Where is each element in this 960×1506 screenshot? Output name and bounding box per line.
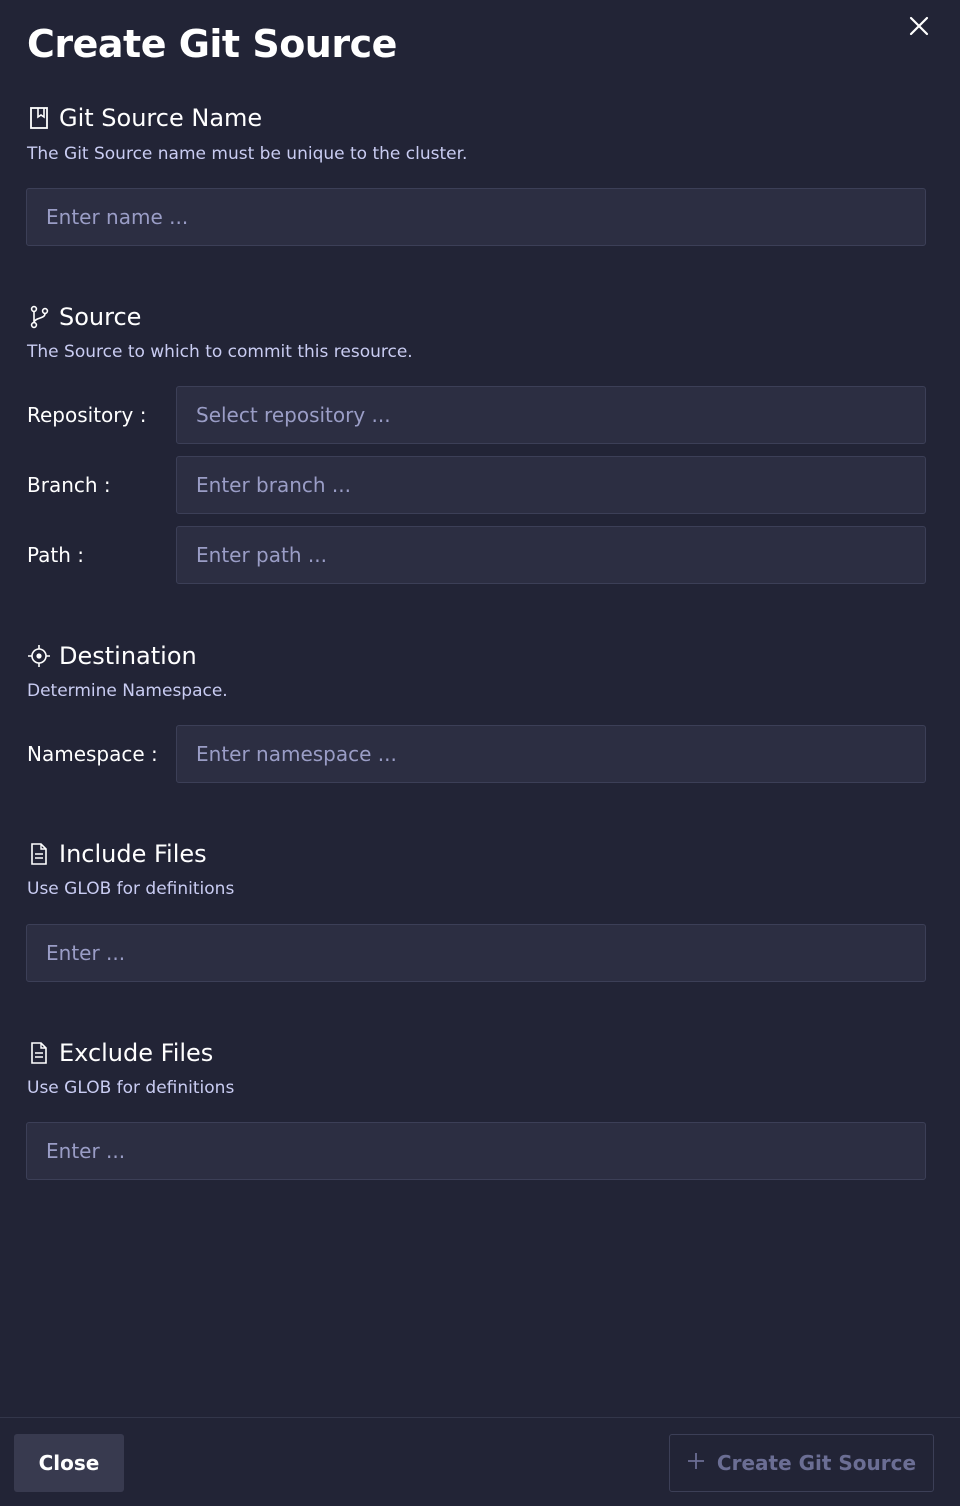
create-git-source-label: Create Git Source — [716, 1451, 917, 1475]
section-include-heading: Include Files — [59, 840, 207, 868]
section-exclude-header: Exclude Files — [27, 1039, 213, 1067]
repository-select[interactable] — [177, 387, 925, 443]
section-destination-description: Determine Namespace. — [27, 681, 228, 701]
section-exclude-heading: Exclude Files — [59, 1039, 214, 1067]
section-include-description: Use GLOB for definitions — [27, 879, 235, 899]
exclude-field-wrapper — [26, 1122, 926, 1180]
repository-label: Repository : — [27, 403, 147, 427]
namespace-label: Namespace : — [27, 742, 158, 766]
exclude-files-input[interactable] — [27, 1123, 925, 1179]
section-include-header: Include Files — [27, 840, 207, 868]
branch-label: Branch : — [27, 473, 111, 497]
namespace-field-wrapper — [176, 725, 926, 783]
include-field-wrapper — [26, 924, 926, 982]
branch-field-wrapper — [176, 456, 926, 514]
section-destination-header: Destination — [27, 642, 197, 670]
section-destination-heading: Destination — [59, 642, 197, 670]
plus-icon — [687, 1451, 705, 1475]
name-field-wrapper — [26, 188, 926, 246]
include-files-input[interactable] — [27, 925, 925, 981]
section-source-header: Source — [27, 303, 141, 331]
file-icon — [27, 1041, 51, 1065]
repository-field-wrapper — [176, 386, 926, 444]
section-exclude-description: Use GLOB for definitions — [27, 1078, 235, 1098]
file-icon — [27, 842, 51, 866]
section-source-description: The Source to which to commit this resou… — [27, 342, 413, 362]
create-git-source-button[interactable]: Create Git Source — [669, 1434, 934, 1492]
section-source-heading: Source — [59, 303, 142, 331]
path-field-wrapper — [176, 526, 926, 584]
name-input[interactable] — [27, 189, 925, 245]
namespace-input[interactable] — [177, 726, 925, 782]
path-input[interactable] — [177, 527, 925, 583]
section-name-heading: Git Source Name — [59, 104, 263, 132]
git-branch-icon — [27, 305, 51, 329]
branch-input[interactable] — [177, 457, 925, 513]
close-icon[interactable] — [904, 11, 934, 41]
target-icon — [27, 644, 51, 668]
create-git-source-dialog: Create Git Source Git Source Name The Gi… — [0, 0, 960, 1506]
dialog-title: Create Git Source — [27, 22, 397, 66]
path-label: Path : — [27, 543, 85, 567]
close-button[interactable]: Close — [14, 1434, 124, 1492]
section-name-header: Git Source Name — [27, 104, 262, 132]
bookmark-icon — [27, 106, 51, 130]
section-name-description: The Git Source name must be unique to th… — [27, 144, 468, 164]
